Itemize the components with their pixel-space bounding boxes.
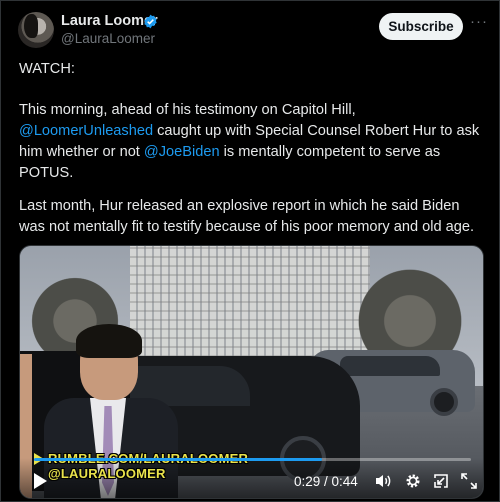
volume-icon[interactable] — [374, 472, 392, 490]
video-progress-bar[interactable] — [34, 458, 471, 461]
settings-icon[interactable] — [404, 472, 422, 490]
wheel — [430, 388, 458, 416]
post-text-paragraph-2: Last month, Hur released an explosive re… — [19, 198, 475, 235]
verified-badge-icon — [144, 14, 157, 29]
watermark-line-2: @LAURALOOMER — [48, 466, 166, 481]
post-text-watch: WATCH: — [19, 61, 75, 77]
mention-link-loomerunleashed[interactable]: @LoomerUnleashed — [19, 123, 153, 139]
play-icon[interactable] — [32, 472, 48, 490]
subscribe-button[interactable]: Subscribe — [379, 13, 463, 40]
person-hair — [76, 324, 142, 358]
post-text-paragraph-1: This morning, ahead of his testimony on … — [19, 100, 487, 184]
fullscreen-icon[interactable] — [460, 472, 478, 490]
avatar[interactable] — [18, 12, 54, 48]
post-card: Laura Loomer @LauraLoomer Subscribe ··· … — [0, 0, 500, 502]
video-time: 0:29 / 0:44 — [294, 474, 358, 489]
text-segment: This morning, ahead of his testimony on … — [19, 102, 356, 118]
video-player[interactable]: RUMBLE.COM/LAURALOOMER @LAURALOOMER 0:29… — [19, 245, 484, 499]
more-options-icon[interactable]: ··· — [470, 13, 487, 35]
video-progress-fill — [34, 458, 323, 461]
video-watermark: RUMBLE.COM/LAURALOOMER @LAURALOOMER — [34, 451, 248, 481]
post-header: Laura Loomer @LauraLoomer Subscribe ··· — [1, 1, 500, 57]
author-handle[interactable]: @LauraLoomer — [61, 31, 155, 46]
mention-link-joebiden[interactable]: @JoeBiden — [144, 144, 220, 160]
exit-icon[interactable] — [432, 472, 450, 490]
